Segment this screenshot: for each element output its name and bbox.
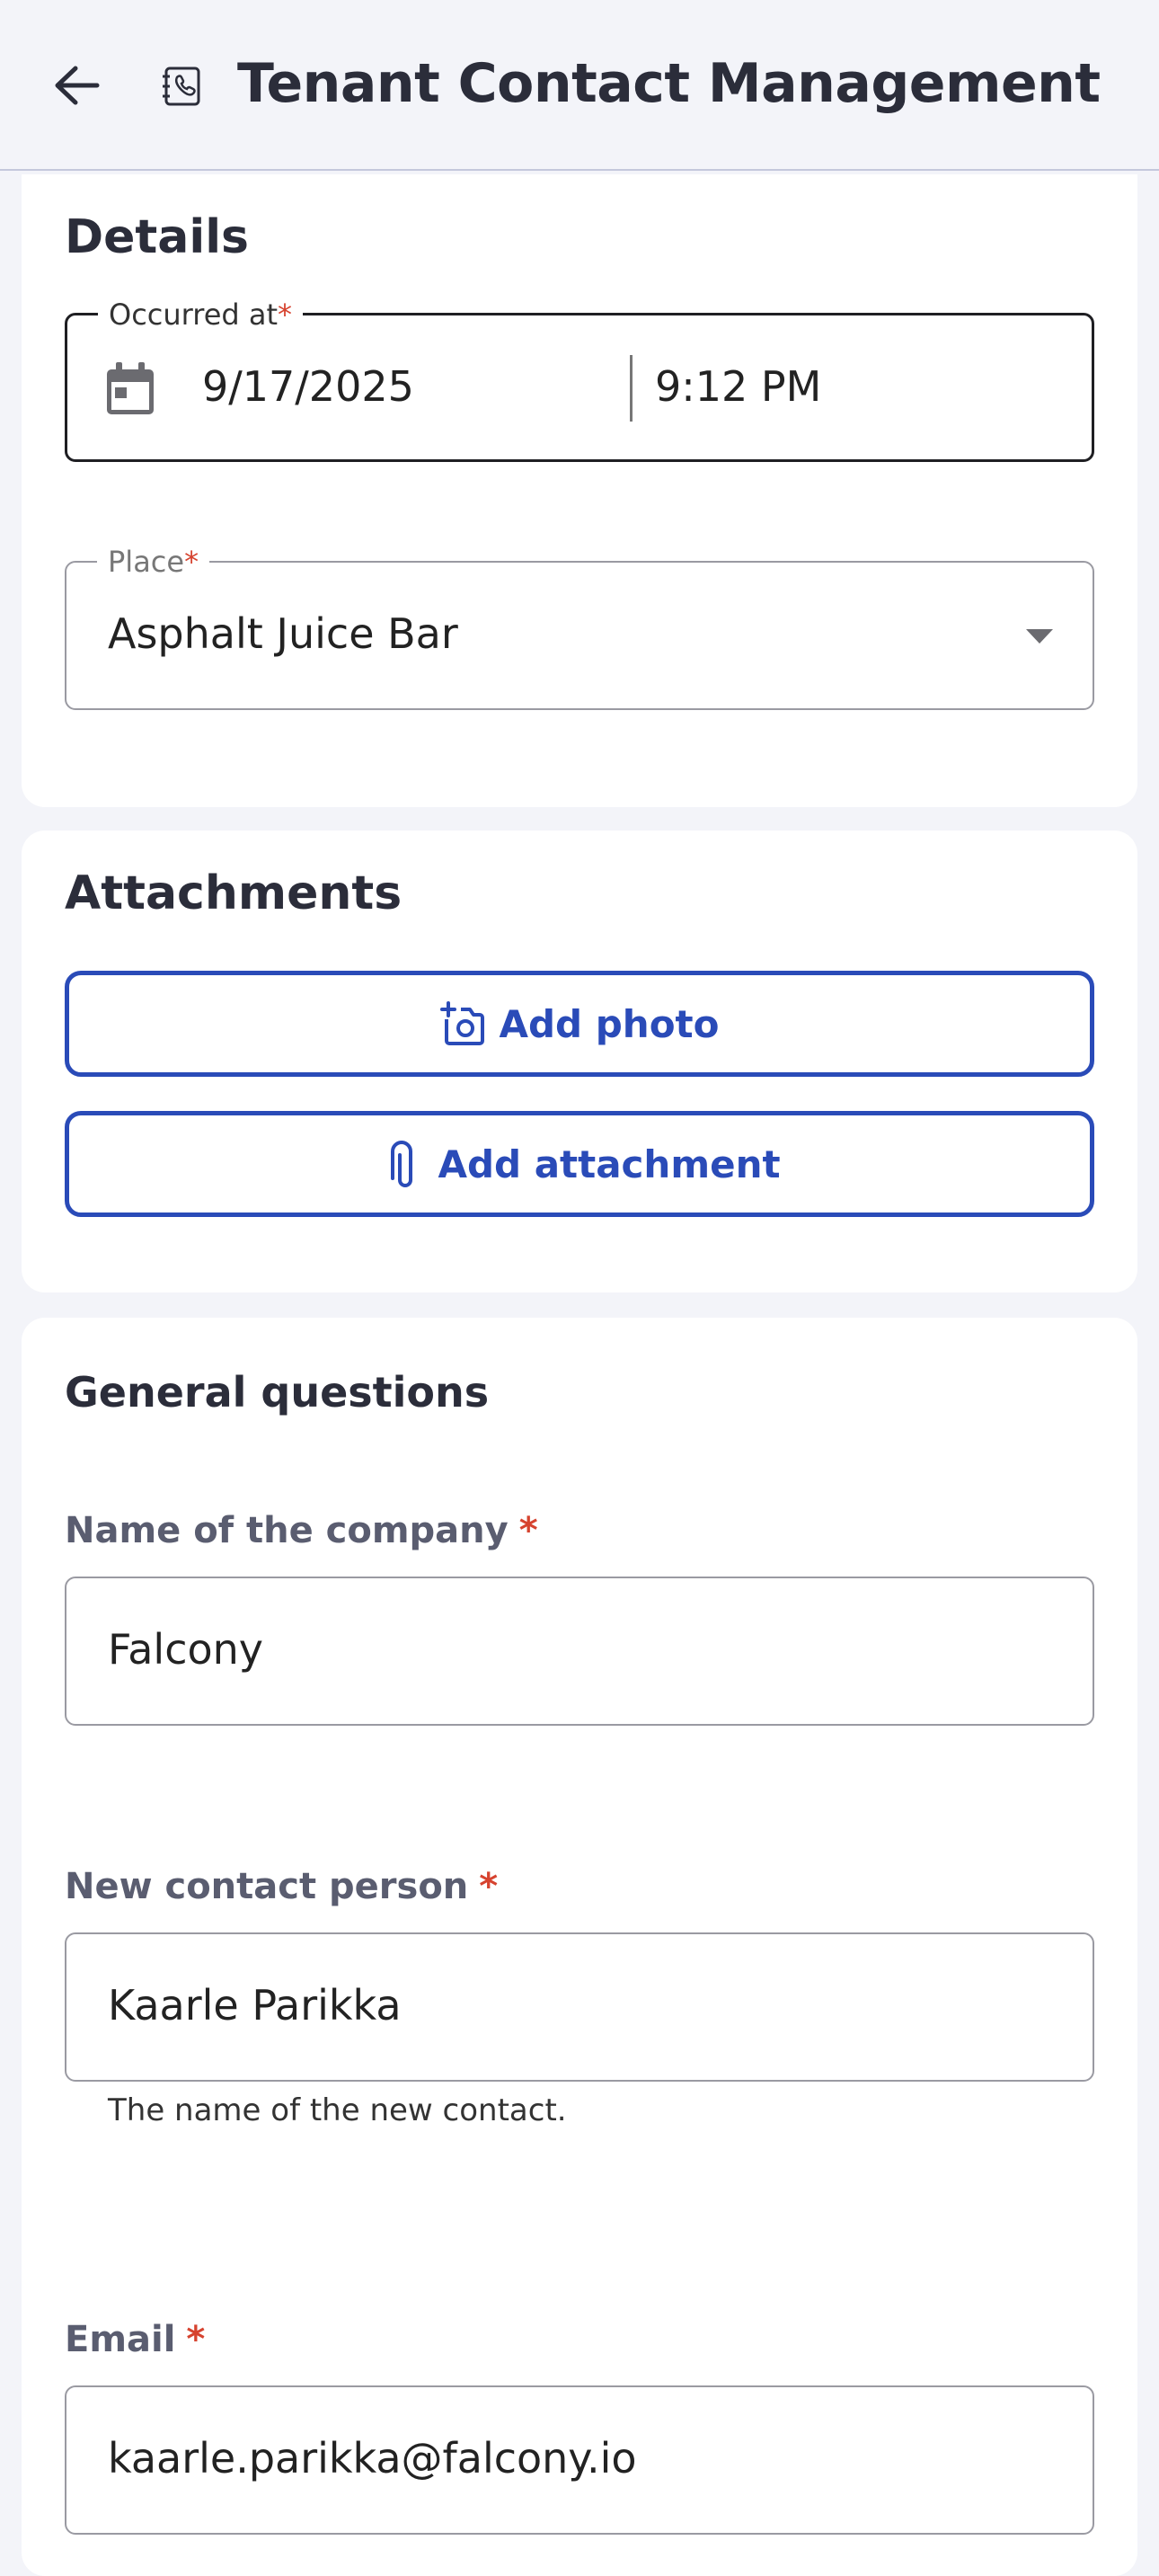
- add-photo-icon: [439, 999, 486, 1049]
- general-questions-card: General questions Name of the company * F…: [22, 1318, 1137, 2576]
- required-mark: *: [479, 1866, 499, 1907]
- required-mark: *: [184, 545, 199, 579]
- arrow-left-icon: [55, 66, 100, 105]
- required-mark: *: [518, 1510, 538, 1551]
- back-button[interactable]: [45, 56, 108, 115]
- required-mark: *: [278, 298, 293, 332]
- time-input[interactable]: 9:12 PM: [655, 362, 821, 411]
- add-attachment-label: Add attachment: [438, 1141, 781, 1186]
- attachments-title: Attachments: [65, 866, 403, 920]
- contact-person-input[interactable]: Kaarle Parikka: [65, 1932, 1094, 2082]
- paperclip-icon: [378, 1139, 425, 1189]
- company-label: Name of the company *: [65, 1510, 538, 1551]
- company-value: Falcony: [108, 1625, 264, 1674]
- calendar-icon[interactable]: [103, 360, 157, 418]
- email-input[interactable]: kaarle.parikka@falcony.io: [65, 2385, 1094, 2535]
- general-questions-heading: General questions: [65, 1368, 490, 1417]
- details-card: Details Occurred at* 9/17/2025 9:12 PM P…: [22, 174, 1137, 807]
- attachments-card: Attachments Add photo Add attachment: [22, 831, 1137, 1292]
- add-photo-label: Add photo: [499, 1001, 720, 1046]
- occurred-at-label: Occurred at*: [98, 298, 304, 332]
- dropdown-arrow-icon: [1026, 629, 1053, 644]
- add-attachment-button[interactable]: Add attachment: [65, 1111, 1094, 1217]
- date-input[interactable]: 9/17/2025: [202, 362, 414, 411]
- app-bar: Tenant Contact Management: [0, 0, 1159, 171]
- email-label: Email *: [65, 2319, 206, 2360]
- contact-person-value: Kaarle Parikka: [108, 1981, 402, 2030]
- place-select[interactable]: Place* Asphalt Juice Bar: [65, 545, 1094, 710]
- required-mark: *: [186, 2319, 206, 2360]
- company-input[interactable]: Falcony: [65, 1577, 1094, 1726]
- contact-person-helper: The name of the new contact.: [108, 2092, 567, 2128]
- date-time-divider: [630, 355, 633, 422]
- place-label: Place*: [97, 545, 210, 579]
- details-title: Details: [65, 210, 249, 264]
- occurred-at-field: Occurred at* 9/17/2025 9:12 PM: [65, 298, 1094, 462]
- page-title: Tenant Contact Management: [237, 52, 1101, 115]
- email-value: kaarle.parikka@falcony.io: [108, 2434, 637, 2483]
- place-value: Asphalt Juice Bar: [108, 609, 458, 658]
- contact-book-icon: [158, 63, 205, 110]
- contact-person-label: New contact person *: [65, 1866, 499, 1907]
- add-photo-button[interactable]: Add photo: [65, 971, 1094, 1077]
